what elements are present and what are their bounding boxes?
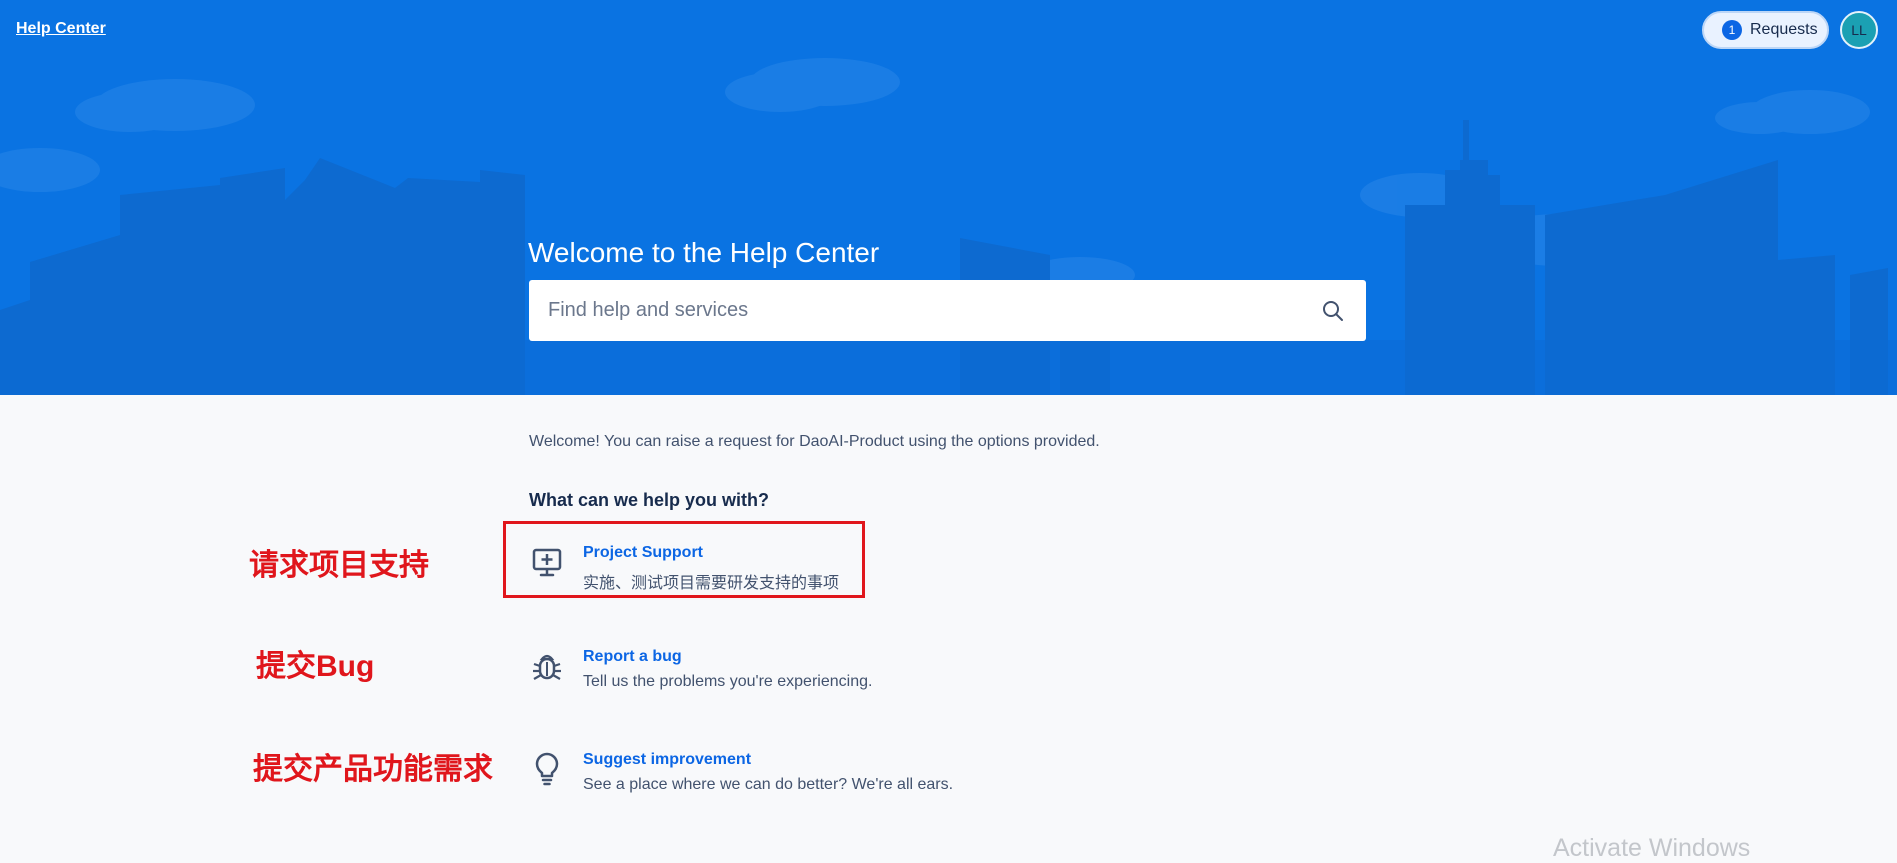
option-description: See a place where we can do better? We'r… [583, 776, 954, 793]
annotation-bug: 提交Bug [256, 650, 375, 683]
user-avatar[interactable]: LL [1840, 11, 1878, 49]
bug-icon [529, 648, 565, 684]
option-description: Tell us the problems you're experiencing… [583, 673, 873, 690]
requests-count-badge: 1 [1722, 20, 1742, 40]
intro-text: Welcome! You can raise a request for Dao… [529, 433, 1100, 450]
search-icon[interactable] [1322, 300, 1344, 327]
search-input[interactable] [529, 280, 1308, 341]
option-description: 实施、测试项目需要研发支持的事项 [583, 575, 840, 592]
hero-banner: Help Center 1 Requests LL Welcome to the… [0, 0, 1897, 395]
requests-label: Requests [1750, 21, 1818, 38]
help-heading: What can we help you with? [529, 490, 770, 510]
search-box [529, 280, 1366, 341]
option-title[interactable]: Project Support [583, 544, 703, 562]
monitor-plus-icon [529, 544, 565, 580]
lightbulb-icon [529, 751, 565, 787]
option-title[interactable]: Suggest improvement [583, 751, 751, 769]
help-center-link[interactable]: Help Center [16, 20, 106, 38]
annotation-feature: 提交产品功能需求 [253, 753, 493, 786]
page-title: Welcome to the Help Center [528, 237, 880, 268]
requests-button[interactable]: 1 Requests [1702, 11, 1829, 49]
option-title[interactable]: Report a bug [583, 648, 682, 666]
annotation-project-support: 请求项目支持 [249, 549, 429, 582]
activate-windows-watermark: Activate Windows [1553, 834, 1751, 862]
